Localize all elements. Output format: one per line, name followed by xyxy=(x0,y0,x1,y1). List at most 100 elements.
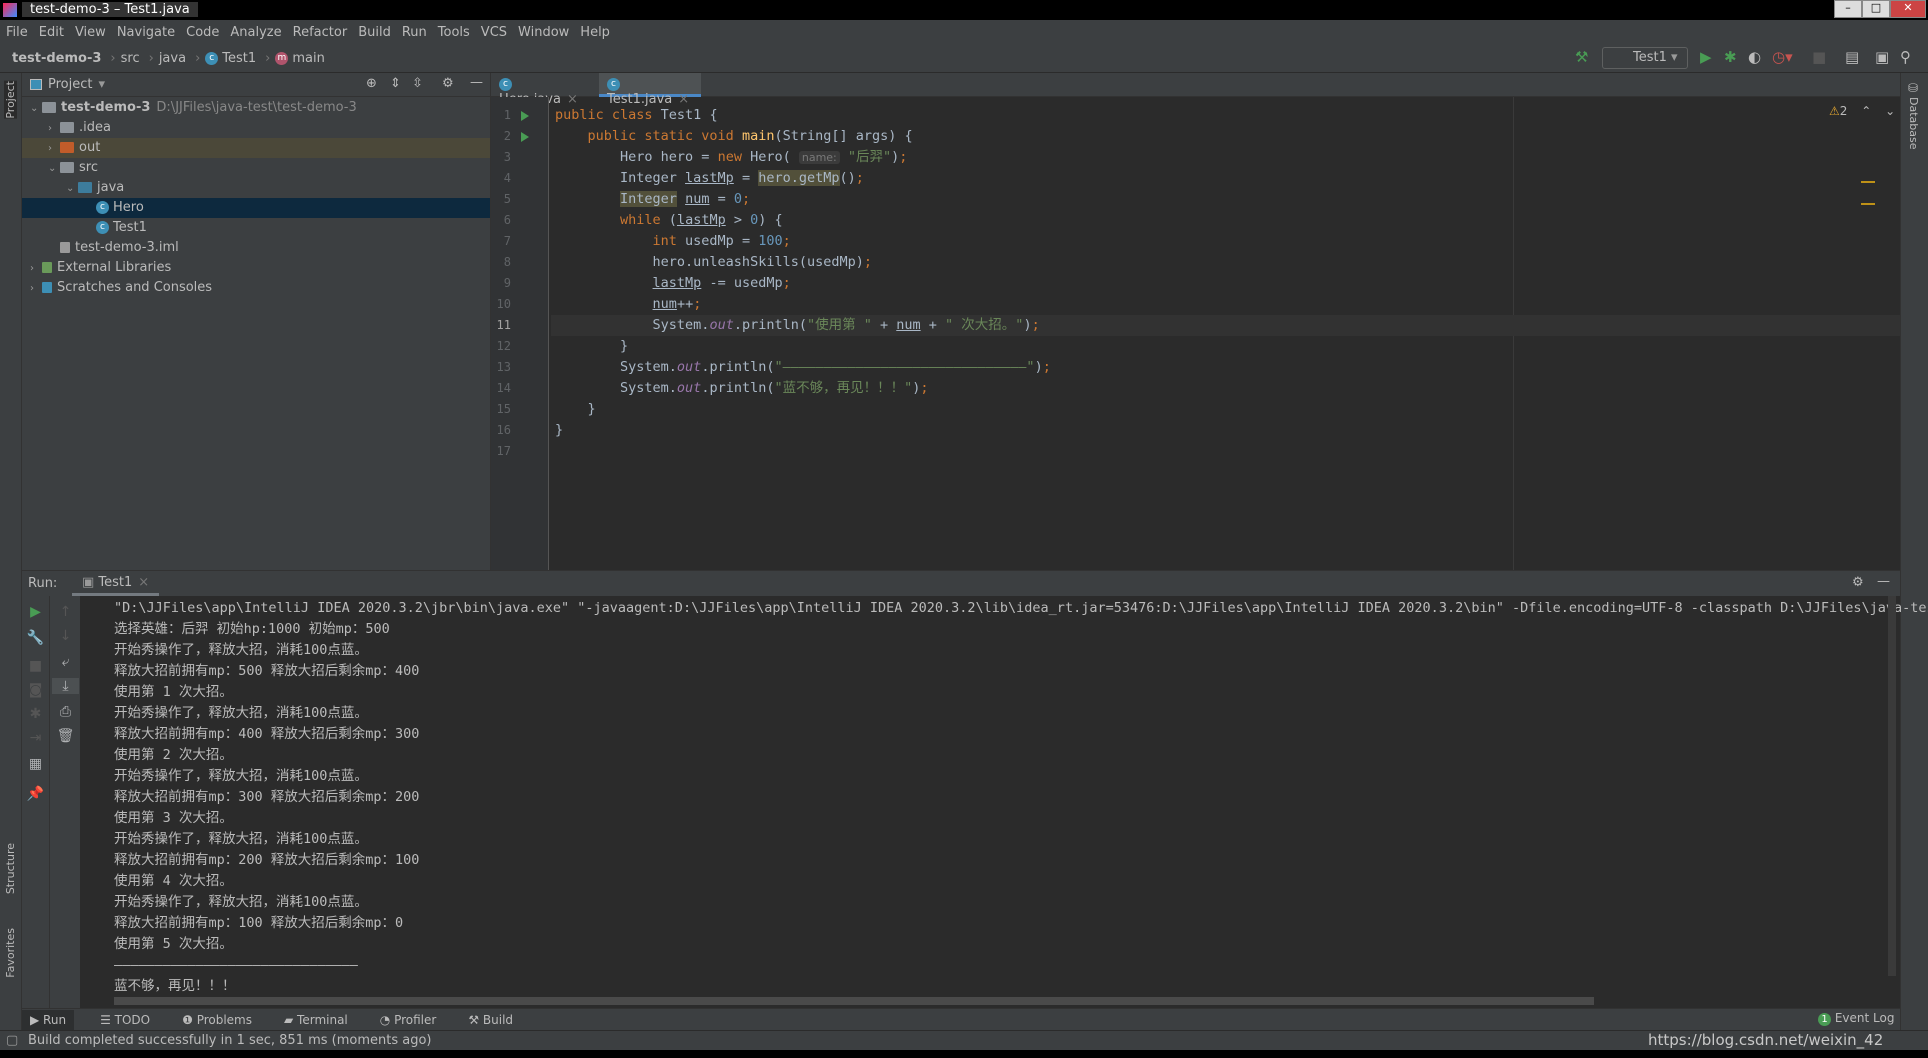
layout-icon[interactable]: ▦ xyxy=(22,756,49,772)
tree-item[interactable]: test-demo-3.iml xyxy=(22,238,490,258)
tree-item[interactable]: › .idea xyxy=(22,118,490,138)
code-area[interactable]: public class Test1 { public static void … xyxy=(551,97,1901,570)
menu-analyze[interactable]: Analyze xyxy=(230,25,281,40)
breadcrumb-main[interactable]: main xyxy=(292,51,324,66)
scroll-to-end-icon[interactable]: ⤓ xyxy=(52,678,79,694)
close-tab-icon[interactable]: × xyxy=(138,575,149,590)
horizontal-scrollbar[interactable] xyxy=(114,997,1594,1005)
tool-tab-build[interactable]: ⚒ Build xyxy=(462,1013,519,1027)
gear-icon[interactable]: ⚙ xyxy=(1852,575,1864,590)
menu-refactor[interactable]: Refactor xyxy=(293,25,348,40)
todo-icon: ☰ xyxy=(100,1012,115,1027)
console-line: 开始秀操作了，释放大招，消耗100点蓝。 xyxy=(114,642,368,658)
menu-code[interactable]: Code xyxy=(186,25,219,40)
chevron-right-icon[interactable]: › xyxy=(48,139,60,159)
tree-item[interactable]: ⌄ test-demo-3 D:\JJFiles\java-test\test-de… xyxy=(22,98,490,118)
close-button[interactable]: ✕ xyxy=(1890,0,1926,18)
expand-all-icon[interactable]: ⇕ xyxy=(390,76,401,91)
exit-icon[interactable]: ⇥ xyxy=(22,730,49,746)
debug-icon[interactable]: ✱ xyxy=(1724,48,1737,66)
chevron-right-icon[interactable]: › xyxy=(30,259,42,279)
build-hammer-icon[interactable]: ⚒ xyxy=(1575,48,1588,66)
menu-build[interactable]: Build xyxy=(358,25,391,40)
soft-wrap-icon[interactable]: ⤶ xyxy=(52,654,79,670)
pin-icon[interactable]: 📌 xyxy=(22,786,49,802)
hide-icon[interactable]: — xyxy=(470,75,483,90)
minimize-button[interactable]: – xyxy=(1834,0,1862,18)
breadcrumb-project[interactable]: test-demo-3 xyxy=(12,51,101,66)
tree-item[interactable]: c Hero xyxy=(22,198,490,218)
tool-tab-todo[interactable]: ☰ TODO xyxy=(94,1013,156,1027)
tree-item[interactable]: › External Libraries xyxy=(22,258,490,278)
tool-tab-terminal[interactable]: ▰ Terminal xyxy=(278,1013,354,1027)
camera-icon[interactable]: ◙ xyxy=(22,682,49,698)
stop-icon[interactable]: ■ xyxy=(1812,48,1826,66)
structure-side-tab[interactable]: Structure xyxy=(4,843,17,894)
chevron-down-icon[interactable]: ⌄ xyxy=(48,159,60,179)
stop-icon[interactable]: ■ xyxy=(22,658,49,674)
menu-run[interactable]: Run xyxy=(402,25,427,40)
breadcrumb-test1[interactable]: Test1 xyxy=(222,51,256,66)
console-output[interactable]: "D:\JJFiles\app\IntelliJ IDEA 2020.3.2\j… xyxy=(80,596,1928,1009)
up-arrow-icon[interactable]: ↑ xyxy=(52,604,79,620)
tree-item[interactable]: c Test1 xyxy=(22,218,490,238)
chevron-down-icon[interactable]: ▾ xyxy=(98,77,105,92)
event-log-button[interactable]: 1 Event Log xyxy=(1818,1011,1894,1026)
code-token: } xyxy=(555,338,629,354)
terminal-window-icon[interactable]: ▣ xyxy=(1875,48,1889,66)
chevron-right-icon[interactable]: › xyxy=(30,279,42,299)
tree-item[interactable]: ⌄ java xyxy=(22,178,490,198)
run-gutter-icon[interactable] xyxy=(521,132,529,142)
menu-tools[interactable]: Tools xyxy=(438,25,470,40)
run-gutter-icon[interactable] xyxy=(521,111,529,121)
breadcrumb-src[interactable]: src xyxy=(121,51,140,66)
collapse-all-icon[interactable]: ⇳ xyxy=(412,76,423,91)
menu-navigate[interactable]: Navigate xyxy=(117,25,175,40)
trash-icon[interactable]: 🗑 xyxy=(52,728,79,744)
tree-item[interactable]: ⌄ src xyxy=(22,158,490,178)
profiler-icon[interactable]: ◷▾ xyxy=(1772,48,1793,66)
database-side-tab[interactable]: Database xyxy=(1907,97,1920,150)
down-arrow-icon[interactable]: ↓ xyxy=(52,628,79,644)
status-toggle-icon[interactable]: ▢ xyxy=(6,1033,18,1048)
menu-help[interactable]: Help xyxy=(580,25,610,40)
event-log-label: Event Log xyxy=(1834,1011,1895,1025)
run-icon[interactable]: ▶ xyxy=(1700,48,1712,66)
chevron-down-icon[interactable]: ⌄ xyxy=(30,99,42,119)
rerun-icon[interactable]: ▶ xyxy=(22,604,49,620)
run-tab-test1[interactable]: ▣ Test1 × xyxy=(72,571,160,596)
console-toolbar: ↑ ↓ ⤶ ⤓ ⎙ 🗑 xyxy=(49,596,80,1009)
menu-edit[interactable]: Edit xyxy=(39,25,64,40)
search-icon[interactable]: ⚲ xyxy=(1900,48,1911,66)
hide-icon[interactable]: — xyxy=(1877,574,1890,589)
tree-item-label: Test1 xyxy=(113,220,147,235)
print-icon[interactable]: ⎙ xyxy=(52,704,79,720)
tool-tab-run[interactable]: ▶ Run xyxy=(22,1009,75,1030)
project-structure-icon[interactable]: ▤ xyxy=(1845,48,1859,66)
coverage-icon[interactable]: ◐ xyxy=(1748,48,1761,66)
menu-window[interactable]: Window xyxy=(518,25,569,40)
menu-vcs[interactable]: VCS xyxy=(481,25,507,40)
tree-item[interactable]: › out xyxy=(22,138,490,158)
tool-tab-problems[interactable]: ❶ Problems xyxy=(176,1013,258,1027)
run-configuration-select[interactable]: Test1 ▾ xyxy=(1602,47,1688,69)
code-token: ; xyxy=(693,296,702,312)
chevron-right-icon[interactable]: › xyxy=(48,119,60,139)
favorites-side-tab[interactable]: Favorites xyxy=(4,928,17,978)
project-view-select[interactable]: Project xyxy=(48,77,92,92)
tab-hero-java[interactable]: cHero.java× xyxy=(491,73,599,107)
tool-tab-profiler[interactable]: ◔ Profiler xyxy=(374,1013,443,1027)
project-side-tab[interactable]: Project xyxy=(4,81,17,119)
wrench-icon[interactable]: 🔧 xyxy=(22,630,49,646)
menu-view[interactable]: View xyxy=(75,25,106,40)
tree-item[interactable]: › Scratches and Consoles xyxy=(22,278,490,298)
breadcrumb-java[interactable]: java xyxy=(159,51,186,66)
locate-icon[interactable]: ⊕ xyxy=(366,76,377,91)
menu-file[interactable]: File xyxy=(6,25,28,40)
vertical-scrollbar[interactable] xyxy=(1888,596,1896,976)
debug-icon[interactable]: ✱ xyxy=(22,706,49,722)
gear-icon[interactable]: ⚙ xyxy=(442,76,454,91)
maximize-button[interactable]: □ xyxy=(1862,0,1890,18)
tab-test1-java[interactable]: cTest1.java × xyxy=(599,73,701,107)
chevron-down-icon[interactable]: ⌄ xyxy=(66,179,78,199)
